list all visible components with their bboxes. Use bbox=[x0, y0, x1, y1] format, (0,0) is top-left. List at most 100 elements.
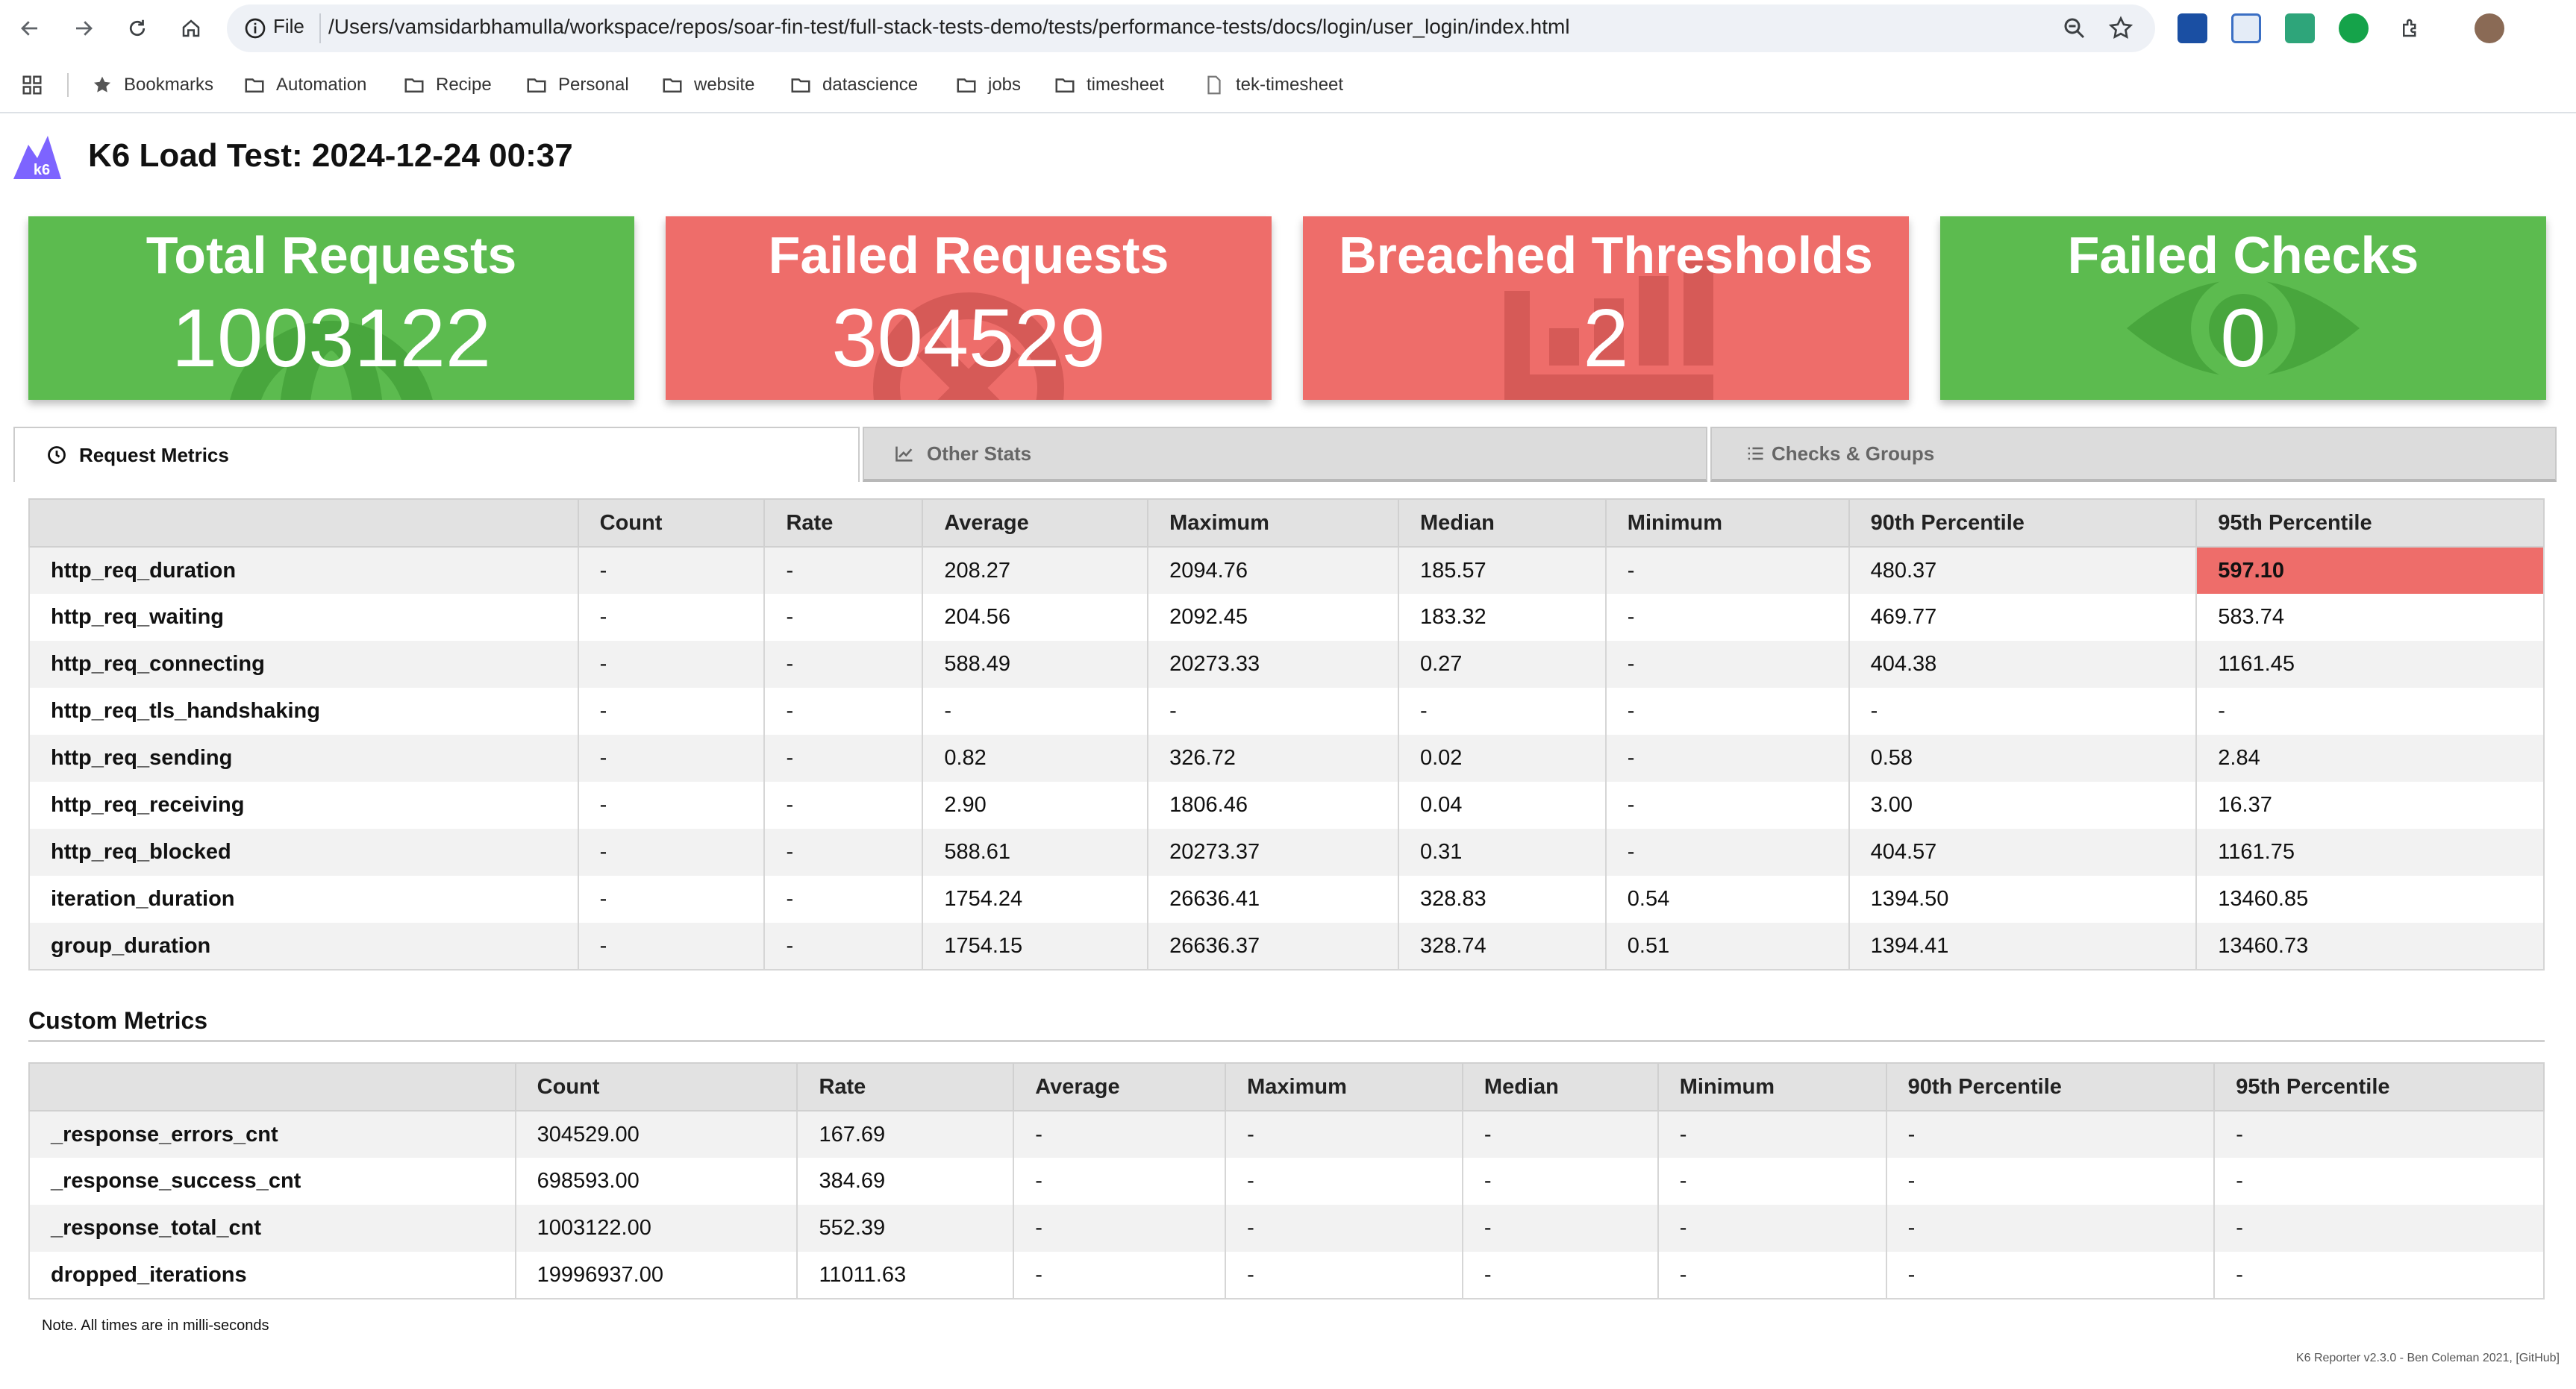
metric-value: 3.00 bbox=[1848, 782, 2198, 829]
metric-value: - bbox=[577, 641, 766, 688]
metric-value: - bbox=[1885, 1158, 2216, 1205]
tab-other-stats[interactable]: Other Stats bbox=[863, 427, 1707, 482]
column-header: 90th Percentile bbox=[1885, 1062, 2216, 1111]
custom-metrics-heading: Custom Metrics bbox=[28, 1007, 208, 1034]
calendar-extension-icon[interactable] bbox=[2231, 13, 2261, 43]
metric-value: 185.57 bbox=[1397, 547, 1607, 594]
metric-value: - bbox=[1657, 1252, 1887, 1299]
tab-request-metrics[interactable]: Request Metrics bbox=[13, 427, 860, 482]
bookmark-folder[interactable]: website bbox=[661, 72, 754, 98]
home-icon bbox=[182, 19, 200, 37]
bookmark-folder[interactable]: datascience bbox=[790, 72, 918, 98]
bookmark-folder[interactable]: Recipe bbox=[403, 72, 492, 98]
column-header: Average bbox=[922, 498, 1149, 548]
metric-value: 2.84 bbox=[2195, 735, 2545, 782]
metric-value: - bbox=[763, 829, 924, 876]
tab-checks-groups[interactable]: Checks & Groups bbox=[1710, 427, 2557, 482]
metric-value: 1394.50 bbox=[1848, 876, 2198, 923]
metric-value: 404.38 bbox=[1848, 641, 2198, 688]
tab-label: Request Metrics bbox=[79, 443, 229, 466]
metric-value: - bbox=[1885, 1111, 2216, 1158]
metric-value: - bbox=[1013, 1158, 1227, 1205]
profile-avatar[interactable] bbox=[2475, 13, 2504, 43]
folder-icon bbox=[791, 78, 810, 93]
url-text[interactable]: /Users/vamsidarbhamulla/workspace/repos/… bbox=[328, 15, 1570, 39]
line-chart-icon bbox=[895, 446, 913, 462]
svg-text:k6: k6 bbox=[34, 162, 50, 178]
back-button[interactable] bbox=[12, 10, 48, 46]
metric-value: 0.58 bbox=[1848, 735, 2198, 782]
metric-value: - bbox=[1657, 1205, 1887, 1252]
address-bar[interactable]: File /Users/vamsidarbhamulla/workspace/r… bbox=[227, 4, 2155, 52]
bookmark-item[interactable]: tek-timesheet bbox=[1203, 72, 1343, 98]
metric-value: 1003122.00 bbox=[514, 1205, 798, 1252]
metric-value: 2094.76 bbox=[1147, 547, 1399, 594]
bookmark-folder[interactable]: timesheet bbox=[1054, 72, 1164, 98]
reload-button[interactable] bbox=[119, 10, 155, 46]
card-value: 0 bbox=[2220, 292, 2266, 384]
bookmark-folder[interactable]: Personal bbox=[525, 72, 629, 98]
metric-value: - bbox=[1013, 1252, 1227, 1299]
column-header: Count bbox=[577, 498, 766, 548]
column-header: Count bbox=[514, 1062, 798, 1111]
metric-value: - bbox=[2213, 1158, 2545, 1205]
bookmark-folder[interactable]: jobs bbox=[955, 72, 1021, 98]
metric-value: - bbox=[763, 641, 924, 688]
table-row: http_req_sending - -0.82 326.72 0.02-0.58 2.8… bbox=[28, 735, 2545, 782]
omnibox-divider bbox=[319, 13, 321, 43]
apps-button[interactable] bbox=[21, 72, 54, 98]
scheme-label: File bbox=[273, 15, 304, 37]
forward-button[interactable] bbox=[66, 10, 101, 46]
grammarly-icon[interactable] bbox=[2339, 13, 2369, 43]
metric-value: 26636.41 bbox=[1147, 876, 1399, 923]
metric-value: - bbox=[1397, 688, 1607, 735]
section-divider bbox=[28, 1040, 2545, 1042]
bookmark-star-icon[interactable] bbox=[2107, 15, 2134, 42]
bookmark-label: Bookmarks bbox=[124, 75, 214, 95]
table-row: http_req_tls_handshaking - - - - - - - - bbox=[28, 688, 2545, 735]
metric-value: - bbox=[763, 594, 924, 641]
metric-value: 0.27 bbox=[1397, 641, 1607, 688]
info-icon[interactable] bbox=[243, 16, 267, 40]
table-row: http_req_duration - -208.27 2094.76 185.57-4… bbox=[28, 547, 2545, 594]
metric-value: 588.61 bbox=[922, 829, 1149, 876]
breached-thresholds-card: Breached Thresholds 2 bbox=[1303, 216, 1909, 400]
column-header: Minimum bbox=[1657, 1062, 1887, 1111]
metric-value: - bbox=[577, 594, 766, 641]
metric-value: - bbox=[763, 923, 924, 971]
bookmark-folder[interactable]: Automation bbox=[243, 72, 366, 98]
metric-value: 0.02 bbox=[1397, 735, 1607, 782]
metric-value: 19996937.00 bbox=[514, 1252, 798, 1299]
metric-name: http_req_sending bbox=[28, 735, 579, 782]
extension-3-icon[interactable] bbox=[2285, 13, 2315, 43]
metric-name: iteration_duration bbox=[28, 876, 579, 923]
bookmark-label: tek-timesheet bbox=[1236, 75, 1344, 95]
table-row: _response_total_cnt 1003122.00 552.39- - - - -… bbox=[28, 1205, 2545, 1252]
bookmark-item[interactable]: Bookmarks bbox=[91, 72, 213, 98]
metric-value: 384.69 bbox=[796, 1158, 1015, 1205]
table-header-row: Count Rate Average Maximum Median Minimum 90th… bbox=[28, 1062, 2545, 1111]
footer-credit[interactable]: K6 Reporter v2.3.0 - Ben Coleman 2021, [… bbox=[2296, 1352, 2560, 1365]
metric-value: 698593.00 bbox=[514, 1158, 798, 1205]
metric-value: - bbox=[1604, 782, 1850, 829]
bookmark-label: datascience bbox=[822, 75, 919, 95]
zoom-icon[interactable] bbox=[2061, 15, 2088, 42]
metric-value: 26636.37 bbox=[1147, 923, 1399, 971]
bookmark-label: Personal bbox=[558, 75, 629, 95]
metric-value: - bbox=[1147, 688, 1399, 735]
extensions-button[interactable] bbox=[2392, 10, 2428, 46]
metric-value: 13460.73 bbox=[2195, 923, 2545, 971]
metric-value: 0.82 bbox=[922, 735, 1149, 782]
table-row: http_req_waiting - -204.56 2092.45 183.32-46… bbox=[28, 594, 2545, 641]
list-icon bbox=[1748, 447, 1763, 460]
table-row: group_duration - -1754.15 26636.37 328.74 0.5… bbox=[28, 923, 2545, 971]
home-button[interactable] bbox=[173, 10, 209, 46]
metric-value: 1394.41 bbox=[1848, 923, 2198, 971]
extension-1-icon[interactable] bbox=[2178, 13, 2207, 43]
metric-value: - bbox=[1461, 1111, 1659, 1158]
metric-value: 11011.63 bbox=[796, 1252, 1015, 1299]
metric-value: - bbox=[1225, 1158, 1463, 1205]
metric-value: - bbox=[1604, 547, 1850, 594]
column-header: Rate bbox=[796, 1062, 1015, 1111]
column-header: 95th Percentile bbox=[2195, 498, 2545, 548]
